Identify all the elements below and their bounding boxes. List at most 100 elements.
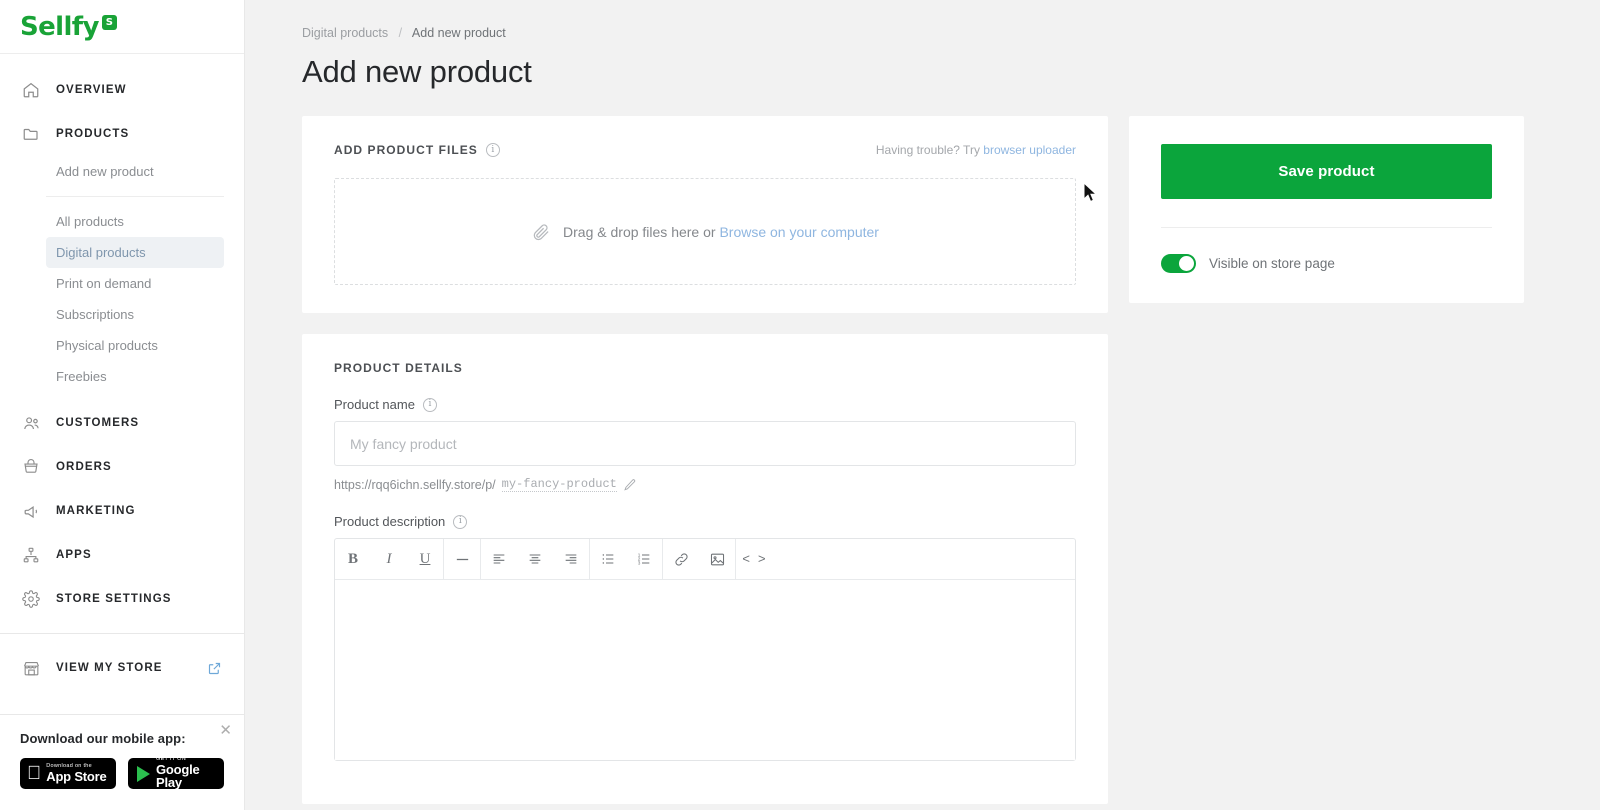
code-icon[interactable]: < > xyxy=(736,539,772,579)
toolbar-group-insert xyxy=(663,539,736,579)
sidebar-subitem-freebies[interactable]: Freebies xyxy=(46,361,224,392)
google-play-button[interactable]: GET IT ON Google Play xyxy=(128,758,224,789)
external-link-icon[interactable] xyxy=(207,661,222,676)
info-icon[interactable]: i xyxy=(422,397,437,412)
paperclip-icon xyxy=(531,222,551,242)
apps-node-icon xyxy=(21,545,41,565)
store-badges:  Download on the App Store GET IT ON Go… xyxy=(20,758,224,789)
align-center-icon[interactable] xyxy=(517,539,553,579)
product-name-label-text: Product name xyxy=(334,397,415,412)
browse-computer-link[interactable]: Browse on your computer xyxy=(719,224,879,240)
save-product-button[interactable]: Save product xyxy=(1161,144,1492,199)
apple-icon:  xyxy=(27,764,41,783)
toolbar-group-code: < > xyxy=(736,539,772,579)
sidebar: Sellfy S OVERVIEW PRODUCTS Add new produc… xyxy=(0,0,245,810)
breadcrumb-parent[interactable]: Digital products xyxy=(302,26,388,40)
product-url-slug: my-fancy-product xyxy=(501,477,617,492)
italic-icon[interactable]: I xyxy=(371,539,407,579)
having-trouble-text: Having trouble? Try browser uploader xyxy=(876,143,1076,157)
sidebar-item-products[interactable]: PRODUCTS xyxy=(0,112,244,156)
play-triangle-icon xyxy=(137,765,150,782)
toolbar-group-align xyxy=(481,539,590,579)
sidebar-divider xyxy=(0,633,244,634)
save-panel-card: Save product Visible on store page xyxy=(1129,116,1524,303)
products-submenu: Add new product All products Digital pro… xyxy=(0,156,244,392)
editor-toolbar: B I U 1 2 3 < > xyxy=(335,539,1075,580)
align-right-icon[interactable] xyxy=(553,539,589,579)
files-card-header: ADD PRODUCT FILES i Having trouble? Try … xyxy=(334,143,1076,157)
sidebar-item-label: PRODUCTS xyxy=(56,128,130,140)
numbered-list-icon[interactable]: 123 xyxy=(626,539,662,579)
product-name-input[interactable] xyxy=(334,421,1076,466)
sidebar-subitem-print-on-demand[interactable]: Print on demand xyxy=(46,268,224,299)
close-icon[interactable]: ✕ xyxy=(219,723,232,738)
file-dropzone[interactable]: Drag & drop files here or Browse on your… xyxy=(334,178,1076,285)
sidebar-item-store-settings[interactable]: STORE SETTINGS xyxy=(0,577,244,621)
files-section-title: ADD PRODUCT FILES xyxy=(334,143,478,157)
sidebar-subitem-subscriptions[interactable]: Subscriptions xyxy=(46,299,224,330)
bullet-list-icon[interactable] xyxy=(590,539,626,579)
customers-icon xyxy=(21,413,41,433)
page-title: Add new product xyxy=(302,54,532,89)
orders-basket-icon xyxy=(21,457,41,477)
sidebar-item-label: STORE SETTINGS xyxy=(56,593,172,605)
pencil-icon[interactable] xyxy=(623,478,637,492)
main-content: Digital products / Add new product Add n… xyxy=(245,0,1600,810)
sidebar-subitem-all-products[interactable]: All products xyxy=(46,206,224,237)
sidebar-subitem-physical-products[interactable]: Physical products xyxy=(46,330,224,361)
home-icon xyxy=(21,80,41,100)
toolbar-group-lists: 123 xyxy=(590,539,663,579)
dropzone-text: Drag & drop files here or Browse on your… xyxy=(563,224,879,240)
logo[interactable]: Sellfy S xyxy=(0,0,244,54)
visible-on-store-toggle[interactable] xyxy=(1161,254,1196,273)
save-panel-divider xyxy=(1161,227,1492,228)
sidebar-item-marketing[interactable]: MARKETING xyxy=(0,489,244,533)
toolbar-group-text-style: B I U xyxy=(335,539,444,579)
sidebar-item-orders[interactable]: ORDERS xyxy=(0,445,244,489)
sidebar-item-overview[interactable]: OVERVIEW xyxy=(0,68,244,112)
sidebar-item-customers[interactable]: CUSTOMERS xyxy=(0,401,244,445)
app-store-big-label: App Store xyxy=(32,768,107,784)
horizontal-rule-icon[interactable] xyxy=(444,539,480,579)
toggle-knob xyxy=(1179,256,1194,271)
browser-uploader-link[interactable]: browser uploader xyxy=(983,143,1076,157)
bold-icon[interactable]: B xyxy=(335,539,371,579)
gear-icon xyxy=(21,589,41,609)
product-description-label: Product description i xyxy=(334,514,1076,529)
view-my-store-button[interactable]: VIEW MY STORE xyxy=(0,640,244,696)
megaphone-icon xyxy=(21,501,41,521)
view-my-store-label: VIEW MY STORE xyxy=(56,662,163,674)
breadcrumb-separator: / xyxy=(398,26,403,40)
info-icon[interactable]: i xyxy=(453,514,468,529)
app-store-button[interactable]:  Download on the App Store xyxy=(20,758,116,789)
sidebar-subitem-add-new-product[interactable]: Add new product xyxy=(46,156,224,187)
product-url-base: https://rqq6ichn.sellfy.store/p/ xyxy=(334,477,496,492)
app-root: Sellfy S OVERVIEW PRODUCTS Add new produc… xyxy=(0,0,1600,810)
google-play-big-label: Google Play xyxy=(156,761,200,789)
link-icon[interactable] xyxy=(663,539,699,579)
having-trouble-prefix: Having trouble? Try xyxy=(875,143,984,157)
info-icon[interactable]: i xyxy=(485,143,500,157)
breadcrumb: Digital products / Add new product xyxy=(245,26,1600,40)
sidebar-item-label: CUSTOMERS xyxy=(56,417,140,429)
visibility-toggle-row[interactable]: Visible on store page xyxy=(1161,254,1492,273)
sidebar-item-label: APPS xyxy=(56,549,92,561)
product-description-label-text: Product description xyxy=(334,514,446,529)
sidebar-subitem-digital-products[interactable]: Digital products xyxy=(46,237,224,268)
promo-title: Download our mobile app: xyxy=(20,731,186,746)
svg-text:3: 3 xyxy=(638,560,641,565)
left-column: ADD PRODUCT FILES i Having trouble? Try … xyxy=(302,116,1108,804)
submenu-divider xyxy=(46,196,224,197)
right-column: Save product Visible on store page xyxy=(1129,116,1524,303)
description-editor-body[interactable] xyxy=(335,580,1075,760)
description-editor: B I U 1 2 3 < > xyxy=(334,538,1076,761)
underline-icon[interactable]: U xyxy=(407,539,443,579)
sidebar-item-label: MARKETING xyxy=(56,505,136,517)
sidebar-item-apps[interactable]: APPS xyxy=(0,533,244,577)
product-name-label: Product name i xyxy=(334,397,1076,412)
image-icon[interactable] xyxy=(699,539,735,579)
visible-on-store-label: Visible on store page xyxy=(1209,256,1335,271)
logo-badge: S xyxy=(101,15,117,30)
align-left-icon[interactable] xyxy=(481,539,517,579)
